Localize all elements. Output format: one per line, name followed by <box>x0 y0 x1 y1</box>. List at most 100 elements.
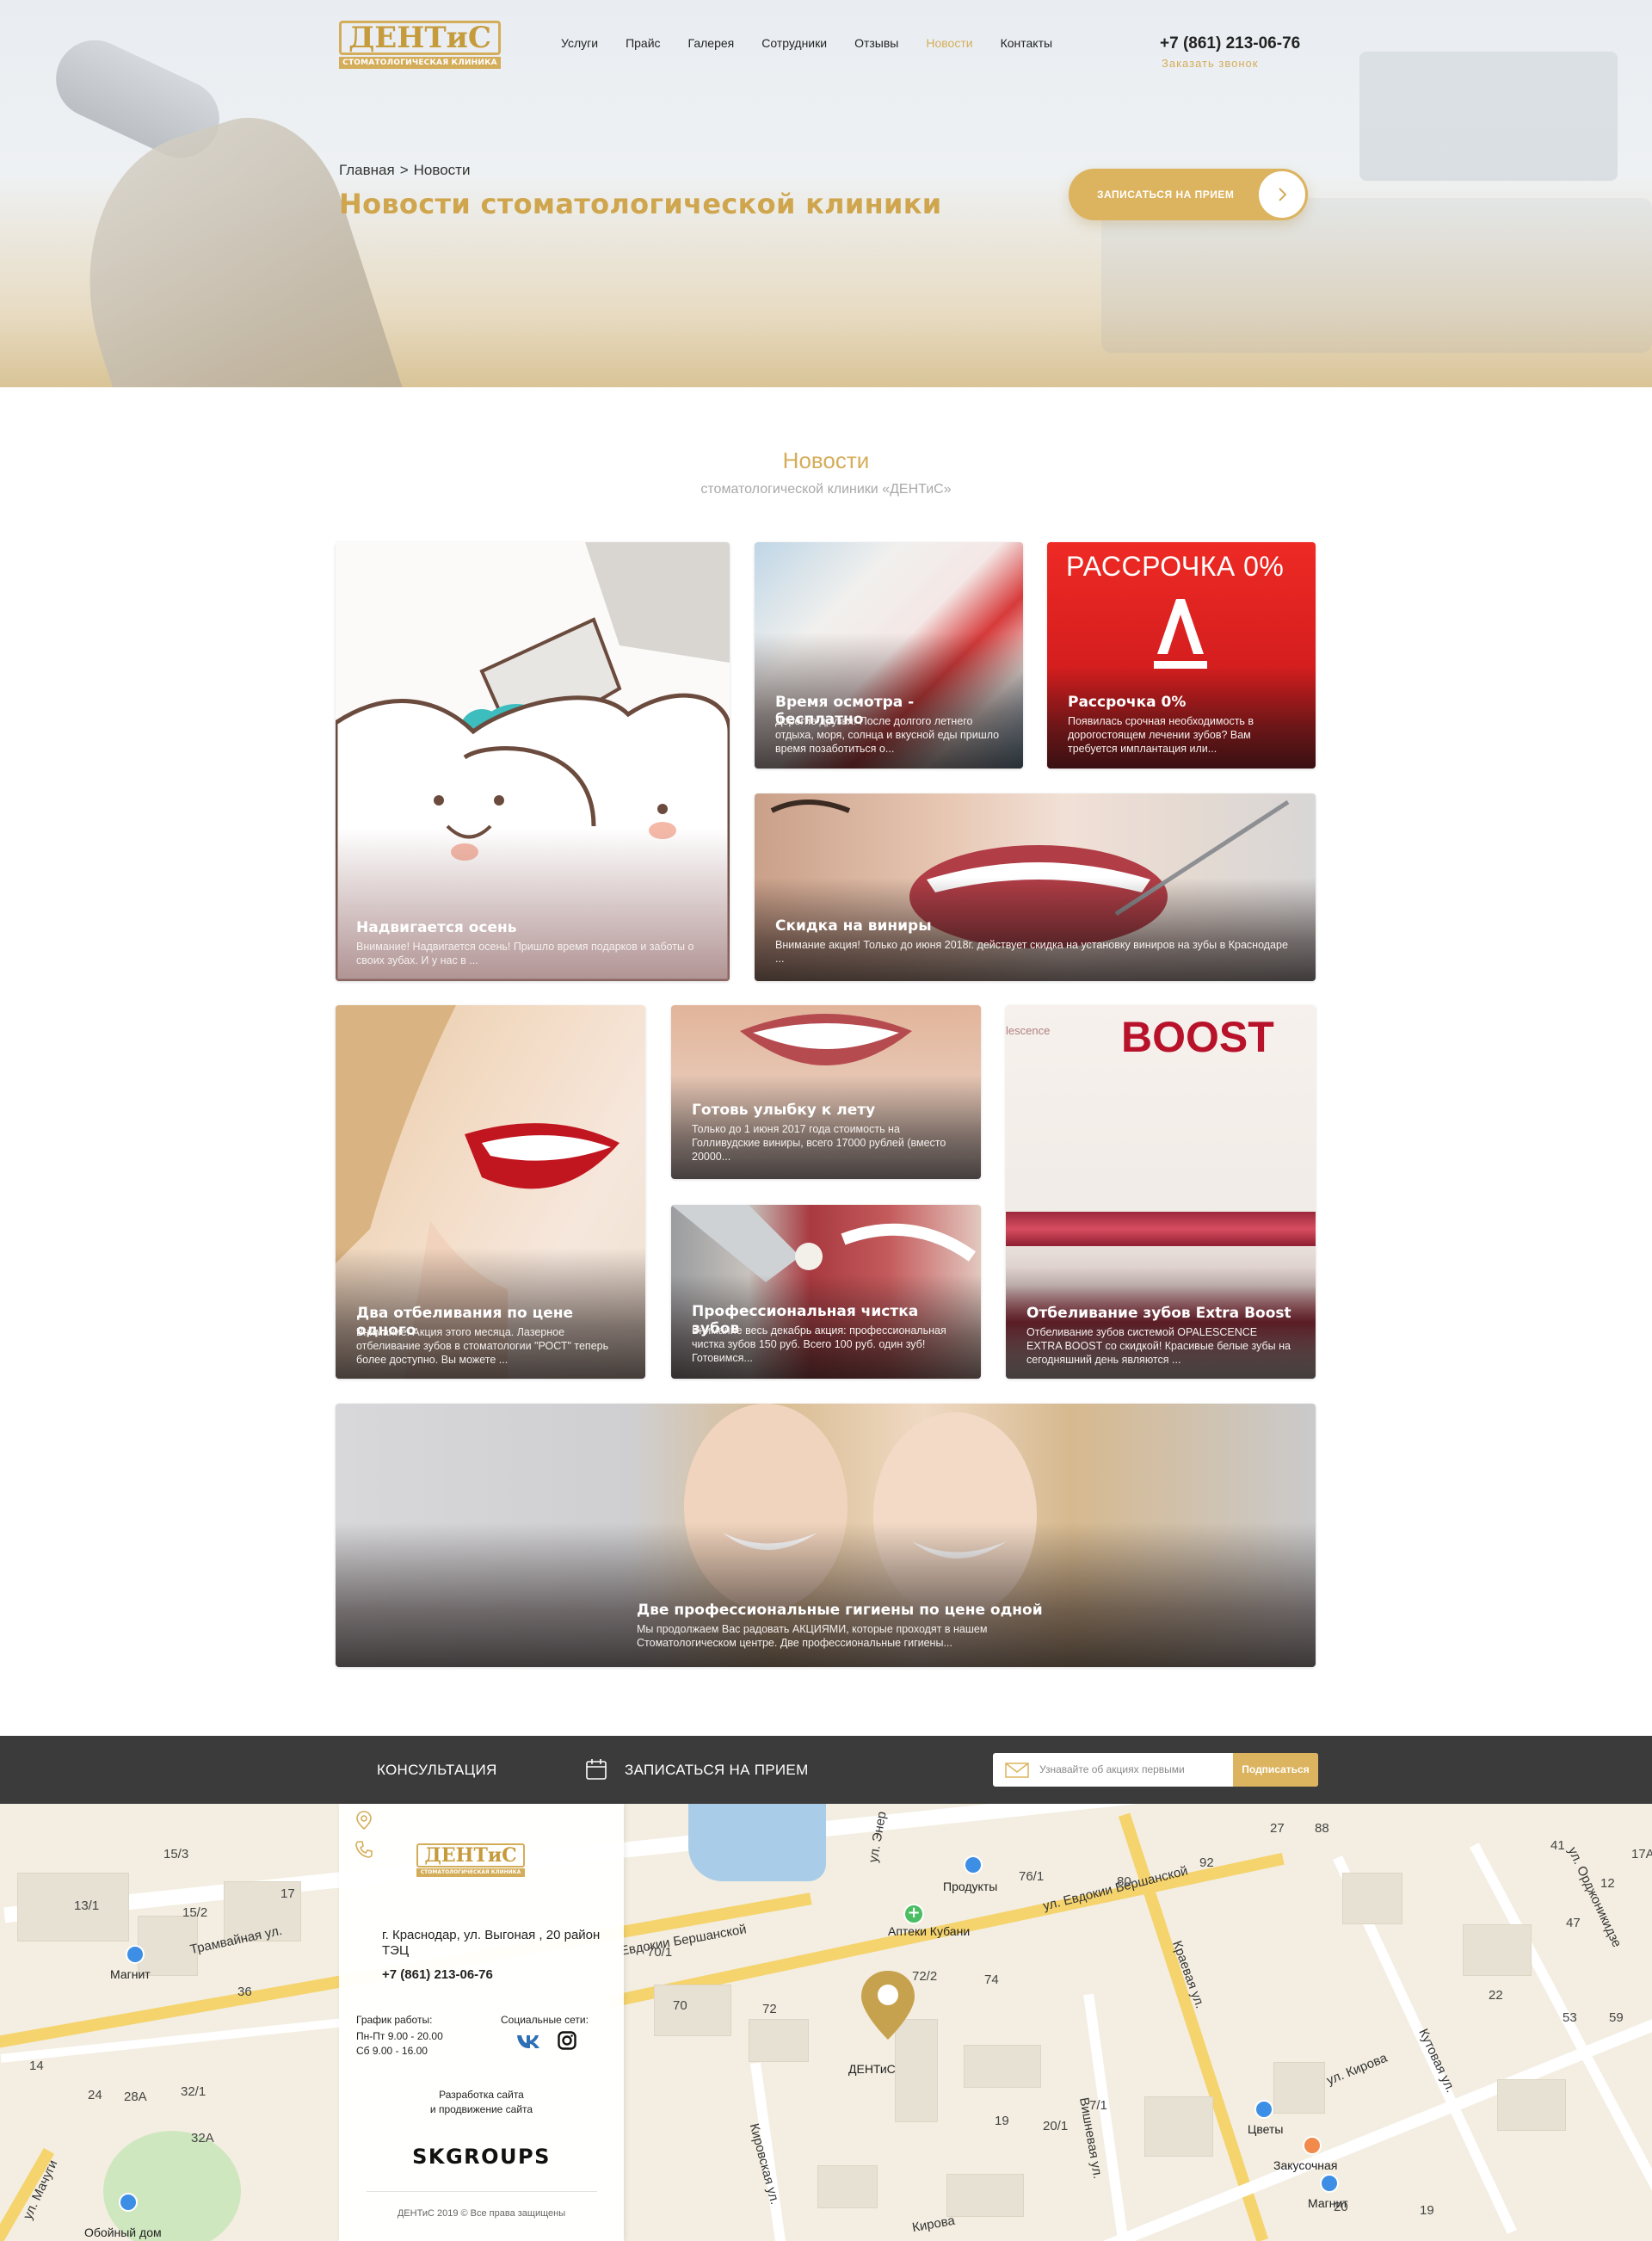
map-house-number: 32/1 <box>181 2084 206 2099</box>
map-house-number: 32А <box>191 2131 214 2145</box>
map-house-number: 15/3 <box>163 1847 189 1861</box>
vk-icon[interactable] <box>516 2033 542 2050</box>
pharmacy-icon[interactable]: + <box>903 1904 924 1924</box>
map-road <box>0 2018 344 2063</box>
map-house-number: 13/1 <box>74 1898 100 1913</box>
copyright: ДЕНТиС 2019 © Все права защищены <box>397 2208 566 2219</box>
boost-banner-small: lescence <box>1006 1024 1051 1037</box>
map-building <box>749 2019 809 2062</box>
news-card[interactable]: Два отбеливания по цене одного Внимание!… <box>336 1005 645 1379</box>
site-logo[interactable]: ДЕНТиС СТОМАТОЛОГИЧЕСКАЯ КЛИНИКА <box>339 21 501 69</box>
map-house-number: 72 <box>762 2002 777 2016</box>
mail-icon <box>1005 1763 1029 1778</box>
shop-icon[interactable] <box>964 1855 983 1874</box>
breadcrumb-home[interactable]: Главная <box>339 162 395 178</box>
map-house-number: 41 <box>1550 1838 1565 1853</box>
map-house-number: 76/1 <box>1019 1869 1045 1884</box>
appointment-button-label: ЗАПИСАТЬСЯ НА ПРИЕМ <box>1097 188 1235 201</box>
nav-contacts[interactable]: Контакты <box>1001 36 1052 50</box>
main-nav: Услуги Прайс Галерея Сотрудники Отзывы Н… <box>561 36 1080 50</box>
news-card-excerpt: Дорогие друзья! После долгого летнего от… <box>775 715 1000 755</box>
logo-tagline: СТОМАТОЛОГИЧЕСКАЯ КЛИНИКА <box>339 57 501 69</box>
nav-services[interactable]: Услуги <box>561 36 598 50</box>
map-house-number: 27 <box>1270 1821 1285 1836</box>
map-house-number: 47 <box>1566 1916 1581 1930</box>
map-water <box>688 1804 826 1881</box>
map-street-label: Кутовая ул. <box>1415 2026 1458 2096</box>
news-card[interactable]: Две профессиональные гигиены по цене одн… <box>336 1404 1316 1667</box>
map-house-number: 88 <box>1315 1821 1329 1836</box>
appointment-button[interactable]: ЗАПИСАТЬСЯ НА ПРИЕМ <box>1069 169 1308 220</box>
nav-news[interactable]: Новости <box>926 36 972 50</box>
map-house-number: 19 <box>1420 2203 1434 2218</box>
consultation-link[interactable]: КОНСУЛЬТАЦИЯ <box>377 1736 497 1804</box>
schedule-line: Сб 9.00 - 16.00 <box>356 2045 428 2057</box>
news-card[interactable]: Скидка на виниры Внимание акция! Только … <box>755 793 1316 981</box>
clinic-location-pin-icon[interactable] <box>858 1969 918 2041</box>
callback-link[interactable]: Заказать звонок <box>1162 57 1258 70</box>
location-icon <box>356 1811 372 1830</box>
news-card[interactable]: Профессиональная чистка зубов Внимание в… <box>671 1205 981 1379</box>
shop-icon[interactable] <box>119 2193 138 2212</box>
dental-equipment-image <box>1359 52 1618 181</box>
divider <box>367 2191 597 2192</box>
nav-reviews[interactable]: Отзывы <box>854 36 898 50</box>
map-house-number: 92 <box>1199 1855 1214 1870</box>
header-phone[interactable]: +7 (861) 213-06-76 <box>1160 34 1300 53</box>
social-title: Социальные сети: <box>501 2014 589 2026</box>
map-house-number: 15/2 <box>182 1905 208 1920</box>
news-card[interactable]: РАССРОЧКА 0% Рассрочка 0% Появилась сроч… <box>1047 542 1316 769</box>
developer-logo[interactable]: SKGROUPS <box>339 2145 624 2169</box>
nav-price[interactable]: Прайс <box>626 36 660 50</box>
map-house-number: 7/1 <box>1089 2098 1107 2113</box>
developer-line: и продвижение сайта <box>429 2103 533 2115</box>
arrow-right-icon <box>1256 169 1308 220</box>
news-card-title: Рассрочка 0% <box>1068 694 1187 711</box>
map-building <box>1342 1873 1402 1924</box>
contacts-panel: ДЕНТиС СТОМАТОЛОГИЧЕСКАЯ КЛИНИКА г. Крас… <box>339 1804 624 2241</box>
map-house-number: 36 <box>237 1985 252 1999</box>
shop-icon[interactable] <box>126 1945 145 1964</box>
map-building <box>17 1873 129 1942</box>
breadcrumb: Главная > Новости <box>339 162 470 179</box>
footer-logo-tagline: СТОМАТОЛОГИЧЕСКАЯ КЛИНИКА <box>416 1868 525 1877</box>
map-building <box>817 2165 878 2208</box>
subscribe-form: Узнавайте об акциях первыми Подписаться <box>993 1753 1318 1787</box>
map-building <box>654 1985 731 2036</box>
boost-syringe-image <box>1006 1212 1316 1246</box>
subscribe-button[interactable]: Подписаться <box>1233 1753 1318 1787</box>
news-card[interactable]: lescence BOOST Отбеливание зубов Extra B… <box>1006 1005 1316 1379</box>
news-card-title: Надвигается осень <box>356 919 517 936</box>
map-house-number: 17А <box>1631 1847 1652 1861</box>
instagram-icon[interactable] <box>558 2031 576 2050</box>
flower-shop-icon[interactable] <box>1254 2100 1273 2119</box>
map-building <box>946 2174 1024 2217</box>
location-map[interactable]: Трамвайная ул. ул. Евдокии Бершанской Ев… <box>0 1804 1652 2241</box>
nav-staff[interactable]: Сотрудники <box>761 36 827 50</box>
breadcrumb-current: Новости <box>413 162 471 178</box>
developer-line: Разработка сайта <box>439 2089 524 2101</box>
news-card[interactable]: Надвигается осень Внимание! Надвигается … <box>336 542 730 981</box>
cafe-icon[interactable] <box>1303 2136 1322 2155</box>
installment-banner-text: РАССРОЧКА 0% <box>1066 551 1285 582</box>
footer-logo[interactable]: ДЕНТиС СТОМАТОЛОГИЧЕСКАЯ КЛИНИКА <box>416 1843 525 1877</box>
footer-appointment-link[interactable]: ЗАПИСАТЬСЯ НА ПРИЕМ <box>625 1736 809 1804</box>
shop-icon[interactable] <box>1320 2174 1339 2193</box>
phone-icon <box>355 1841 373 1858</box>
map-house-number: 74 <box>984 1972 999 1987</box>
map-house-number: 59 <box>1609 2010 1624 2025</box>
clinic-address: г. Краснодар, ул. Выгоная , 20 район ТЭЦ <box>382 1928 601 1958</box>
news-card[interactable]: Готовь улыбку к лету Только до 1 июня 20… <box>671 1005 981 1179</box>
page-title: Новости стоматологической клиники <box>339 188 942 220</box>
footer-phone[interactable]: +7 (861) 213-06-76 <box>382 1967 493 1982</box>
map-poi-label: Аптеки Кубани <box>888 1924 971 1938</box>
news-card[interactable]: Время осмотра - бесплатно Дорогие друзья… <box>755 542 1023 769</box>
map-house-number: 28А <box>124 2090 147 2104</box>
subscribe-input[interactable]: Узнавайте об акциях первыми <box>1039 1753 1185 1787</box>
calendar-icon <box>586 1759 607 1780</box>
news-card-title: Скидка на виниры <box>775 917 932 935</box>
dental-chair-image <box>45 95 420 387</box>
map-house-number: 12 <box>1600 1876 1615 1891</box>
map-street-label: ул. Кирова <box>1324 2050 1390 2089</box>
nav-gallery[interactable]: Галерея <box>688 36 735 50</box>
